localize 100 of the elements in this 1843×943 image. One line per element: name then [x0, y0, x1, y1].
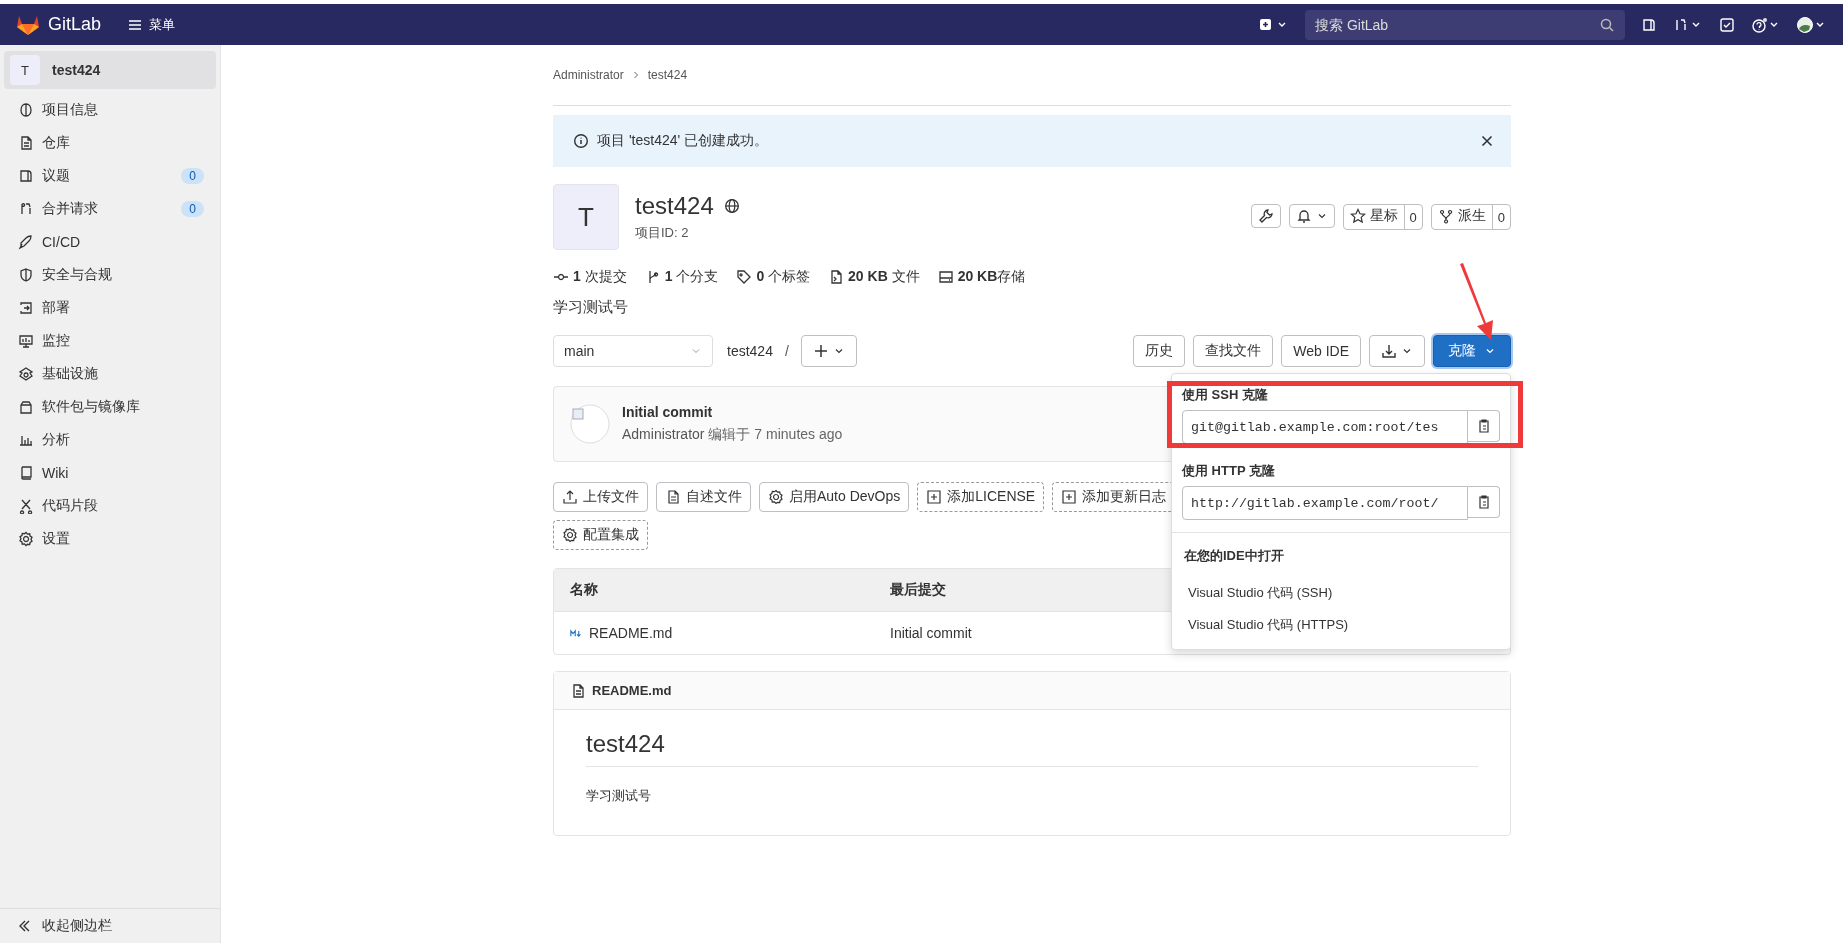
merge-request-icon	[18, 200, 34, 217]
book-icon	[18, 464, 34, 481]
copy-button[interactable]	[1468, 486, 1500, 518]
search-field[interactable]: 搜索 GitLab	[1305, 9, 1625, 40]
action-button[interactable]: 上传文件	[553, 482, 648, 512]
project-title: test424	[635, 192, 714, 220]
sidebar-item[interactable]: 软件包与镜像库	[4, 390, 216, 423]
stat-link[interactable]: 20 KB 文件	[828, 268, 920, 286]
project-avatar: T	[553, 184, 619, 250]
settings-button[interactable]	[1250, 204, 1281, 228]
settings-icon	[562, 527, 578, 543]
readme-filename: README.md	[592, 683, 672, 698]
readme-heading: test424	[586, 730, 1478, 767]
sidebar-item[interactable]: 仓库	[4, 126, 216, 159]
stat-link[interactable]: 0 个标签	[736, 268, 811, 286]
project-link[interactable]: T test424	[4, 51, 216, 89]
todo-icon[interactable]	[1719, 16, 1735, 33]
sidebar-item[interactable]: 代码片段	[4, 489, 216, 522]
section-title: 使用 HTTP 克隆	[1182, 462, 1276, 480]
package-icon	[18, 398, 34, 415]
action-button[interactable]: 自述文件	[656, 482, 751, 512]
commit-title[interactable]: Initial commit	[622, 404, 843, 420]
search-icon	[1599, 16, 1615, 33]
document-icon	[570, 682, 586, 699]
close-icon[interactable]	[1479, 133, 1495, 149]
download-button[interactable]	[1369, 335, 1425, 367]
author-link[interactable]: Administrator	[622, 426, 705, 444]
commit-time: 编辑于 7 minutes ago	[708, 426, 843, 444]
issue-icon[interactable]	[1641, 16, 1657, 33]
action-button[interactable]: 配置集成	[553, 520, 648, 550]
fork-icon	[1437, 208, 1454, 224]
sidebar-item[interactable]: 安全与合规	[4, 258, 216, 291]
copy-button[interactable]	[1468, 410, 1500, 442]
sidebar-item[interactable]: 分析	[4, 423, 216, 456]
clone-button[interactable]: 克隆	[1433, 335, 1511, 367]
avatar-icon	[570, 404, 610, 444]
action-button[interactable]: 启用Auto DevOps	[759, 482, 910, 512]
menu-item[interactable]: Visual Studio 代码 (SSH)	[1172, 577, 1510, 609]
logo-text[interactable]: GitLab	[48, 14, 102, 35]
bell-icon	[1295, 208, 1312, 224]
menu-item[interactable]: Visual Studio 代码 (HTTPS)	[1172, 609, 1510, 641]
notification-button[interactable]	[1288, 204, 1335, 228]
readme-text: 学习测试号	[586, 787, 652, 805]
url-field[interactable]: http://gitlab.example.com/root/	[1182, 486, 1468, 520]
sidebar-item[interactable]: Wiki	[4, 456, 216, 489]
stat-link[interactable]: 1 次提交	[553, 268, 627, 286]
collapse-sidebar-button[interactable]: 收起侧边栏	[0, 908, 220, 943]
branch-dropdown[interactable]: main	[553, 335, 713, 367]
project-avatar: T	[10, 55, 40, 85]
download-icon	[1381, 343, 1397, 359]
deploy-icon	[18, 299, 34, 316]
sidebar-item[interactable]: 部署	[4, 291, 216, 324]
plus-icon	[812, 343, 829, 359]
sidebar-item[interactable]: 设置	[4, 522, 216, 555]
breadcrumb-link[interactable]: Administrator	[553, 68, 624, 82]
add-button[interactable]	[800, 335, 857, 367]
globe-icon	[723, 198, 740, 214]
menu-button[interactable]: 菜单	[123, 11, 180, 38]
url-field[interactable]: git@gitlab.example.com:root/tes	[1182, 410, 1468, 444]
section-title: 使用 SSH 克隆	[1182, 386, 1269, 404]
settings-icon	[18, 530, 34, 547]
stat-link[interactable]: 20 KB存储	[937, 268, 1026, 286]
file-link[interactable]: README.md	[589, 625, 673, 641]
breadcrumb-link[interactable]: test424	[647, 68, 688, 82]
info-icon	[573, 133, 589, 149]
path-link[interactable]: test424	[727, 343, 773, 359]
infrastructure-icon	[18, 365, 34, 382]
monitor-icon	[18, 332, 34, 349]
upload-icon	[562, 489, 578, 505]
commit-link[interactable]: Initial commit	[890, 625, 972, 641]
star-count[interactable]: 0	[1403, 205, 1422, 229]
chevron-right-icon	[631, 71, 640, 79]
fork-button[interactable]: 派生	[1431, 205, 1492, 227]
project-name: test424	[52, 62, 101, 78]
sidebar-item[interactable]: 议题 0	[4, 159, 216, 192]
stat-link[interactable]: 1 个分支	[644, 268, 719, 286]
sidebar-item[interactable]: 监控	[4, 324, 216, 357]
sidebar-item[interactable]: CI/CD	[4, 225, 216, 258]
toolbar-button[interactable]: Web IDE	[1281, 335, 1361, 367]
scissors-icon	[18, 497, 34, 514]
path-separator: /	[784, 343, 789, 359]
wrench-icon	[1257, 208, 1274, 224]
count-badge: 0	[181, 200, 204, 217]
settings-icon	[768, 489, 784, 505]
project-description: 学习测试号	[553, 298, 629, 317]
star-icon	[1349, 208, 1366, 224]
toolbar-button[interactable]: 历史	[1133, 335, 1186, 367]
action-button[interactable]: 添加LICENSE	[917, 482, 1045, 512]
sidebar-item[interactable]: 基础设施	[4, 357, 216, 390]
count-badge: 0	[181, 167, 204, 184]
sidebar-item[interactable]: 合并请求 0	[4, 192, 216, 225]
document-icon	[665, 489, 681, 505]
tag-icon	[736, 269, 753, 285]
toolbar-button[interactable]: 查找文件	[1193, 335, 1274, 367]
issue-icon	[18, 167, 34, 184]
fork-count[interactable]: 0	[1491, 205, 1510, 229]
column-header: 最后提交	[890, 581, 946, 599]
star-button[interactable]: 星标	[1343, 205, 1404, 227]
sidebar-item[interactable]: 项目信息	[4, 93, 216, 126]
file-icon	[828, 269, 845, 285]
